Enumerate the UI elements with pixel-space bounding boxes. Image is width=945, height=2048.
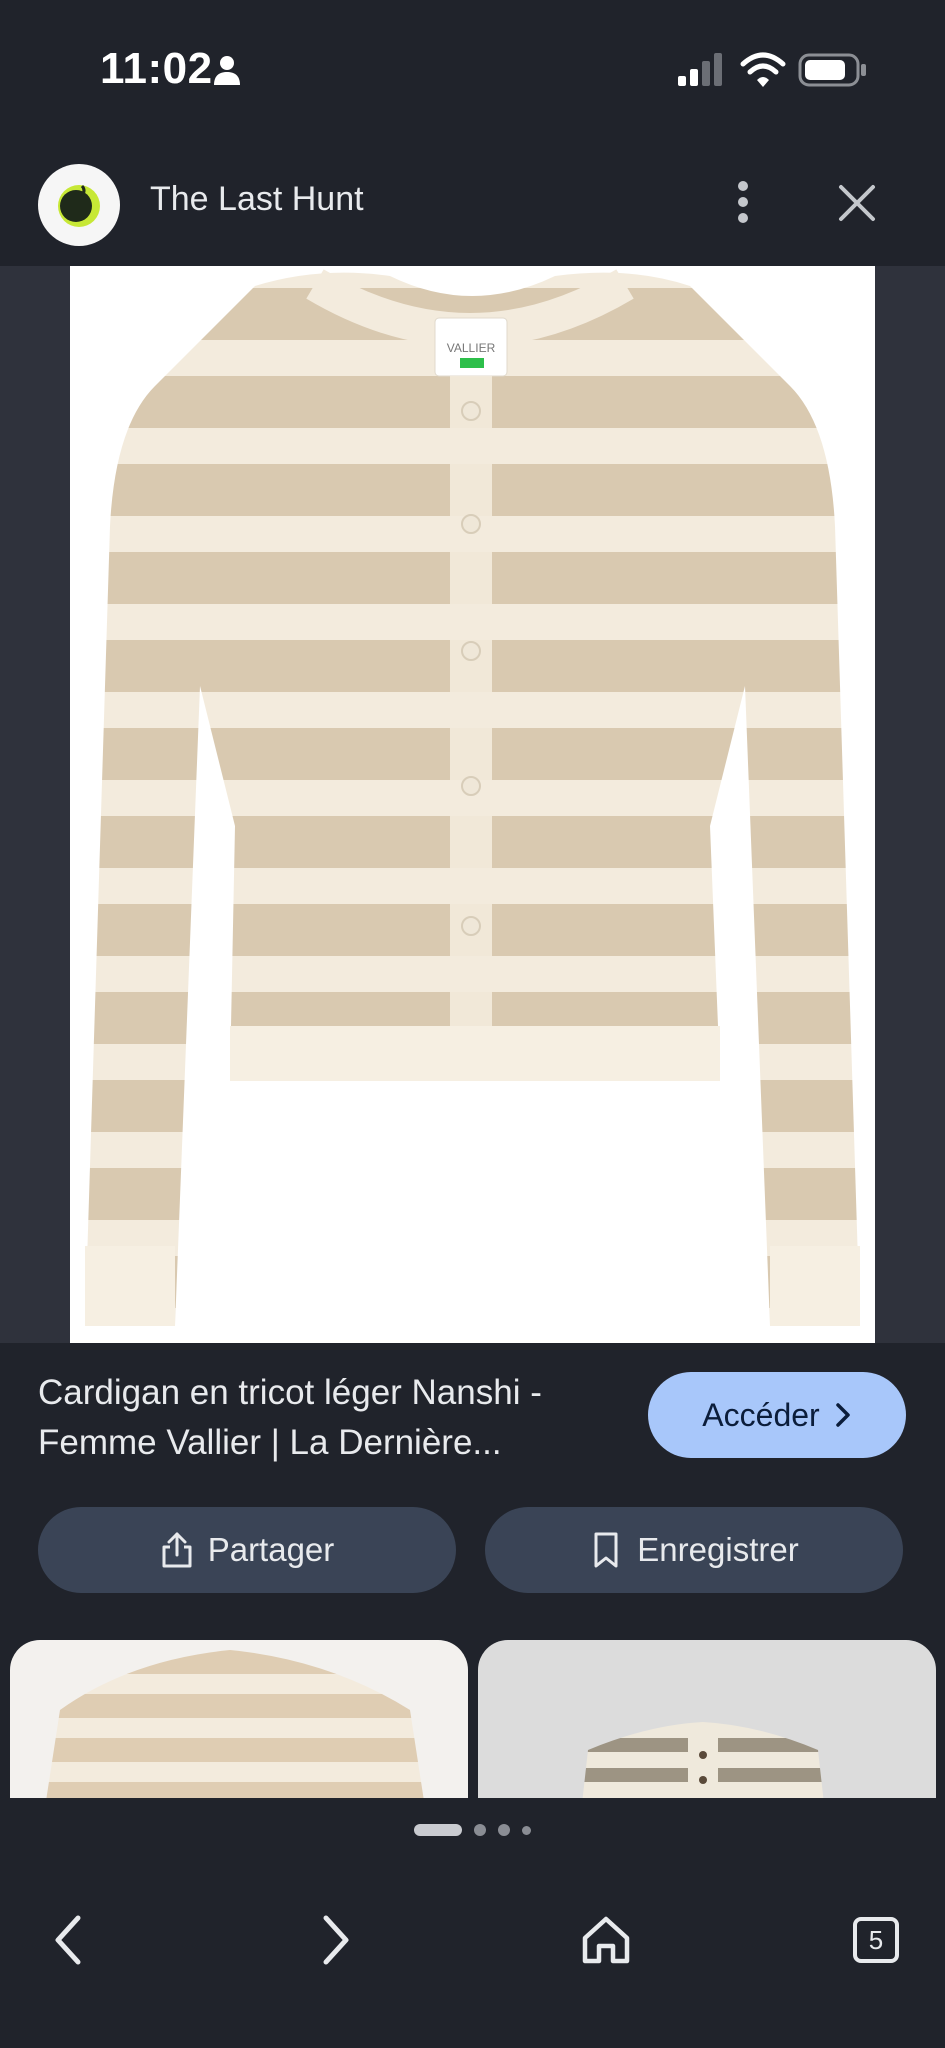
share-icon <box>162 1532 192 1568</box>
product-image[interactable]: VALLIER <box>70 266 875 1343</box>
status-time: 11:02 <box>100 44 213 93</box>
bottom-navigation: 5 <box>0 1860 945 2048</box>
more-vert-icon[interactable] <box>726 178 760 226</box>
visit-button-label: Accéder <box>702 1396 820 1433</box>
page-dot-active <box>414 1824 462 1836</box>
related-results <box>0 1640 945 1798</box>
site-title: The Last Hunt <box>150 180 364 218</box>
back-icon <box>55 1915 81 1965</box>
visit-button[interactable]: Accéder <box>648 1372 906 1458</box>
battery-icon <box>798 53 866 87</box>
page-dot <box>522 1825 531 1835</box>
related-result-card[interactable] <box>10 1640 468 1798</box>
save-label: Enregistrer <box>637 1531 799 1568</box>
logo-mark-icon <box>58 184 100 227</box>
garment-label-text: VALLIER <box>447 341 496 355</box>
product-title[interactable]: Cardigan en tricot léger Nanshi - Femme … <box>38 1368 638 1468</box>
forward-icon <box>323 1915 349 1965</box>
image-viewer: VALLIER <box>0 266 945 1343</box>
home-button[interactable] <box>576 1910 636 1970</box>
share-label: Partager <box>207 1531 335 1568</box>
browser-header: The Last Hunt <box>0 140 945 266</box>
related-thumbnail <box>582 1722 824 1798</box>
share-button[interactable]: Partager <box>38 1507 456 1593</box>
status-bar: 11:02 <box>0 0 945 140</box>
home-icon <box>582 1916 630 1964</box>
tabs-button[interactable]: 5 <box>846 1910 906 1970</box>
signal-icon <box>678 53 722 86</box>
save-button[interactable]: Enregistrer <box>485 1507 903 1593</box>
page-dot <box>498 1824 510 1836</box>
page-dot <box>474 1824 486 1836</box>
site-logo-icon[interactable] <box>38 164 120 246</box>
page-indicator <box>0 1820 945 1840</box>
close-icon[interactable] <box>836 182 878 224</box>
bookmark-icon <box>594 1532 618 1568</box>
wifi-icon <box>740 52 786 87</box>
back-button[interactable] <box>38 1910 98 1970</box>
screen: 11:02 The Last Hunt VALLIER Cardigan en … <box>0 0 945 2048</box>
related-result-card[interactable] <box>478 1640 936 1798</box>
person-icon <box>214 56 240 85</box>
forward-button[interactable] <box>306 1910 366 1970</box>
cardigan-illustration: VALLIER <box>70 266 875 1343</box>
tabs-icon: 5 <box>853 1917 899 1963</box>
chevron-right-icon <box>835 1403 850 1427</box>
related-thumbnail <box>46 1650 424 1798</box>
